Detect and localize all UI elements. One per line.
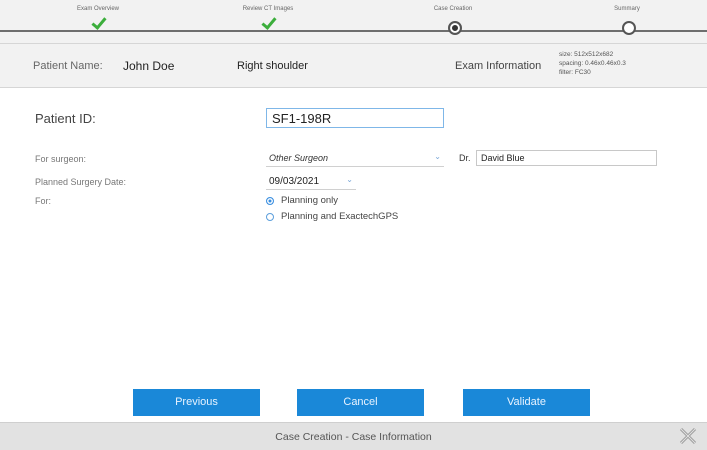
surgery-date-select[interactable]: 09/03/2021 ⌄ <box>266 174 356 190</box>
surgery-date-label: Planned Surgery Date: <box>35 177 127 187</box>
radio-label: Planning only <box>281 195 339 206</box>
surgeon-name-input[interactable] <box>476 150 657 166</box>
surgeon-select-value: Other Surgeon <box>269 153 329 163</box>
radio-unselected-icon[interactable] <box>266 212 274 221</box>
exam-information-label: Exam Information <box>455 60 542 72</box>
footer-title: Case Creation - Case Information <box>275 431 432 443</box>
previous-button[interactable]: Previous <box>133 389 260 416</box>
footer-bar: Case Creation - Case Information <box>0 422 707 450</box>
patient-name-value: John Doe <box>123 59 175 73</box>
anatomy-side: Right shoulder <box>237 60 308 72</box>
radio-selected-icon[interactable] <box>266 196 274 205</box>
surgeon-label: For surgeon: <box>35 154 87 164</box>
step-exam-overview[interactable]: Exam Overview <box>38 0 158 33</box>
step-label: Summary <box>614 6 640 12</box>
exam-spacing: spacing: 0.46x0.46x0.3 <box>559 60 626 67</box>
exam-details: size: 512x512x682 spacing: 0.46x0.46x0.3… <box>559 50 626 77</box>
pending-step-icon <box>619 17 636 35</box>
surgeon-select[interactable]: Other Surgeon ⌄ <box>266 151 444 167</box>
chevron-down-icon: ⌄ <box>346 175 353 184</box>
for-label: For: <box>35 196 52 206</box>
step-label: Exam Overview <box>76 6 119 12</box>
patient-name-label: Patient Name: <box>33 60 103 72</box>
radio-label: Planning and ExactechGPS <box>281 211 399 222</box>
step-case-creation[interactable]: Case Creation <box>393 0 513 35</box>
dr-label: Dr. <box>459 153 471 163</box>
exam-size: size: 512x512x682 <box>559 51 614 58</box>
current-step-icon <box>445 17 462 35</box>
radio-planning-and-gps[interactable]: Planning and ExactechGPS <box>266 211 398 222</box>
patient-info-bar: Patient Name: John Doe Right shoulder Ex… <box>0 44 707 88</box>
checkmark-icon <box>90 17 106 33</box>
radio-planning-only[interactable]: Planning only <box>266 195 338 206</box>
patient-id-input[interactable] <box>266 108 444 128</box>
step-review-ct-images[interactable]: Review CT Images <box>208 0 328 33</box>
step-label: Review CT Images <box>242 6 294 12</box>
step-summary[interactable]: Summary <box>567 0 687 35</box>
checkmark-icon <box>260 17 276 33</box>
progress-stepper: Exam Overview Review CT Images Case Crea… <box>0 0 707 44</box>
validate-button[interactable]: Validate <box>463 389 590 416</box>
surgery-date-value: 09/03/2021 <box>269 176 320 187</box>
patient-id-label: Patient ID: <box>35 111 96 126</box>
chevron-down-icon: ⌄ <box>434 152 441 161</box>
exam-filter: filter: FC30 <box>559 69 591 76</box>
close-icon[interactable] <box>679 427 697 445</box>
step-label: Case Creation <box>433 6 473 12</box>
cancel-button[interactable]: Cancel <box>297 389 424 416</box>
